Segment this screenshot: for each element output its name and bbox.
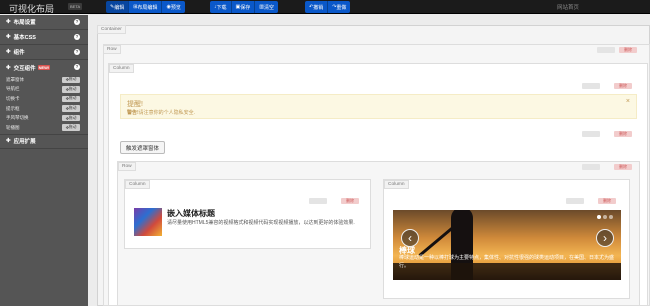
drag-handle[interactable]: ✥ 拖动 — [62, 95, 80, 103]
container-label: Container — [97, 25, 126, 34]
remove-button[interactable]: 删除 — [614, 131, 632, 137]
carousel-indicators — [597, 215, 613, 219]
plus-icon: ✚ — [6, 138, 11, 145]
carousel-caption-text: 棒球运动是一种以棒打球为主要特点，集体性、对抗性很强的球类运动项目，在美国、日本… — [399, 255, 615, 269]
row-label: Row — [103, 45, 121, 54]
column-label: Column — [109, 64, 134, 73]
sidebar-item-navbar: 导航栏 ✥ 拖动 — [0, 85, 88, 95]
trigger-modal-button[interactable]: 触发遮罩窗体 — [120, 141, 166, 154]
media-heading: 嵌入媒体标题 — [167, 209, 215, 218]
sidebar-item-tabs: 切换卡 ✥ 拖动 — [0, 94, 88, 104]
sidebar-section-interactive[interactable]: ✚ 交互组件 NEW! ? — [0, 60, 88, 75]
carousel-indicator[interactable] — [603, 215, 607, 219]
site-home-link[interactable]: 网站首页 — [557, 3, 579, 11]
media-thumbnail — [134, 208, 162, 236]
chevron-left-icon[interactable]: ‹ — [401, 229, 419, 247]
help-icon[interactable]: ? — [74, 49, 80, 55]
carousel[interactable]: 棒球 棒球运动是一种以棒打球为主要特点，集体性、对抗性很强的球类运动项目，在美国… — [393, 210, 621, 280]
edit-mode-group: ✎ 编辑 ⊞ 布局编辑 ◉ 预览 — [106, 1, 185, 13]
drag-handle[interactable] — [582, 131, 600, 137]
sidebar-section-css[interactable]: ✚ 基本CSS ? — [0, 30, 88, 45]
drag-handle[interactable]: ✥ 拖动 — [62, 114, 80, 122]
drag-handle[interactable] — [582, 164, 600, 170]
layout-edit-button[interactable]: ⊞ 布局编辑 — [129, 1, 163, 13]
beta-badge: BETA — [68, 3, 83, 10]
redo-button[interactable]: ↷ 重做 — [328, 1, 351, 13]
undo-button[interactable]: ↶ 撤销 — [305, 1, 329, 13]
carousel-indicator[interactable] — [609, 215, 613, 219]
remove-button[interactable]: 删除 — [614, 83, 632, 89]
plus-icon: ✚ — [6, 19, 11, 25]
remove-button[interactable]: 删除 — [619, 47, 637, 53]
help-icon[interactable]: ? — [74, 64, 80, 70]
history-group: ↶ 撤销 ↷ 重做 — [305, 1, 351, 13]
drag-handle[interactable] — [309, 198, 327, 204]
sidebar-item-accordion: 手风琴切换 ✥ 拖动 — [0, 113, 88, 123]
clear-button[interactable]: ▥ 清空 — [255, 1, 279, 13]
column-label: Column — [384, 180, 409, 189]
close-icon[interactable]: × — [626, 98, 630, 105]
plus-icon: ✚ — [6, 49, 11, 55]
sidebar-section-components[interactable]: ✚ 组件 ? — [0, 45, 88, 60]
sidebar-section-layout[interactable]: ✚ 布局设置 ? — [0, 15, 88, 30]
drag-handle[interactable]: ✥ 拖动 — [62, 124, 80, 131]
download-button[interactable]: ↓ 下载 — [210, 1, 232, 13]
edit-button[interactable]: ✎ 编辑 — [106, 1, 130, 13]
top-navbar: 可视化布局 BETA ✎ 编辑 ⊞ 布局编辑 ◉ 预览 ↓ 下载 ▣ 保存 ▥ 清空 ↶ 撤销… — [0, 0, 650, 14]
sidebar: ✚ 布局设置 ? ✚ 基本CSS ? ✚ 组件 ? ✚ 交互组件 NEW! ? … — [0, 15, 88, 306]
chevron-right-icon[interactable]: › — [596, 229, 614, 247]
preview-button[interactable]: ◉ 预览 — [162, 1, 185, 13]
remove-button[interactable]: 删除 — [341, 198, 359, 204]
row-label: Row — [118, 162, 136, 171]
sidebar-item-tooltip: 提示框 ✥ 拖动 — [0, 104, 88, 114]
new-badge: NEW! — [37, 65, 51, 70]
remove-button[interactable]: 删除 — [598, 198, 616, 204]
sidebar-section-extensions[interactable]: ✚ 应用扩展 — [0, 133, 88, 149]
help-icon[interactable]: ? — [74, 19, 80, 25]
carousel-indicator[interactable] — [597, 215, 601, 219]
media-body-text: 请尽量使用HTML5兼容的视频格式和视频代码实现视频播放，以达到更好的体验效果. — [167, 220, 355, 226]
column-label: Column — [125, 180, 150, 189]
save-button[interactable]: ▣ 保存 — [231, 1, 256, 13]
drag-handle[interactable] — [582, 83, 600, 89]
drag-handle[interactable] — [566, 198, 584, 204]
drag-handle[interactable]: ✥ 拖动 — [62, 105, 80, 112]
plus-icon: ✚ — [6, 64, 11, 71]
sidebar-item-modal: 遮罩窗体 ✥ 拖动 — [0, 75, 88, 85]
file-group: ↓ 下载 ▣ 保存 ▥ 清空 — [210, 1, 279, 13]
alert-message: 警告!请注意你的个人隐私安全. — [127, 110, 196, 116]
alert-title: 提醒! — [127, 101, 143, 108]
remove-button[interactable]: 删除 — [614, 164, 632, 170]
drag-handle[interactable]: ✥ 拖动 — [62, 76, 80, 83]
app-brand[interactable]: 可视化布局 — [9, 2, 54, 15]
drag-handle[interactable]: ✥ 拖动 — [62, 86, 80, 93]
sidebar-item-carousel: 轮播图 ✥ 拖动 — [0, 123, 88, 133]
warning-alert: 提醒! 警告!请注意你的个人隐私安全. × — [120, 94, 637, 119]
plus-icon: ✚ — [6, 34, 11, 40]
help-icon[interactable]: ? — [74, 34, 80, 40]
drag-handle[interactable] — [597, 47, 615, 53]
